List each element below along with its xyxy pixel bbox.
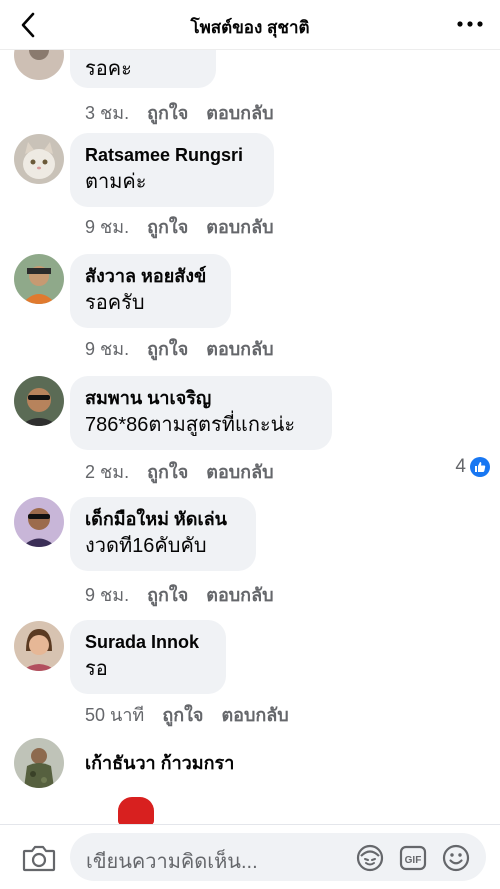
- comment-text: งวดที16คับคับ: [85, 535, 207, 557]
- comment-author[interactable]: สังวาล หอยสังข์: [85, 264, 215, 288]
- comment-text: ตามค่ะ: [85, 171, 147, 193]
- comment-list[interactable]: รอคะ 3 ชม. ถูกใจ ตอบกลับ Ratsamee Rungsri …: [0, 50, 500, 824]
- page-title: โพสต์ของ สุชาติ: [190, 18, 310, 37]
- svg-text:GIF: GIF: [405, 855, 422, 866]
- comment-meta: 9 ชม. ถูกใจ ตอบกลับ: [85, 580, 292, 609]
- comment-time: 9 ชม.: [85, 339, 130, 359]
- comment-input[interactable]: เขียนความคิดเห็น... GIF: [70, 833, 486, 881]
- comment-text: รอคะ: [85, 58, 132, 80]
- reply-link[interactable]: ตอบกลับ: [221, 705, 288, 725]
- like-link[interactable]: ถูกใจ: [147, 217, 188, 237]
- like-link[interactable]: ถูกใจ: [147, 103, 188, 123]
- top-bar: โพสต์ของ สุชาติ: [0, 0, 500, 50]
- reaction-number: 4: [455, 456, 466, 477]
- like-link[interactable]: ถูกใจ: [147, 339, 188, 359]
- comment-text: รอครับ: [85, 292, 145, 314]
- like-link[interactable]: ถูกใจ: [147, 462, 188, 482]
- avatar[interactable]: [14, 254, 64, 304]
- more-dots-icon[interactable]: [456, 12, 484, 36]
- avatar[interactable]: [14, 134, 64, 184]
- like-link[interactable]: ถูกใจ: [147, 585, 188, 605]
- comment-meta: 50 นาที ถูกใจ ตอบกลับ: [85, 700, 307, 729]
- comment-author[interactable]: Ratsamee Rungsri: [85, 143, 258, 167]
- comment-meta: 9 ชม. ถูกใจ ตอบกลับ: [85, 212, 292, 241]
- reply-link[interactable]: ตอบกลับ: [206, 462, 273, 482]
- comment-author[interactable]: สมพาน นาเจริญ: [85, 386, 316, 410]
- avatar[interactable]: [14, 497, 64, 547]
- comment-time: 3 ชม.: [85, 103, 130, 123]
- comment-meta: 3 ชม. ถูกใจ ตอบกลับ: [85, 98, 292, 127]
- reply-link[interactable]: ตอบกลับ: [206, 585, 273, 605]
- camera-icon[interactable]: [22, 843, 56, 873]
- reply-link[interactable]: ตอบกลับ: [206, 339, 273, 359]
- comment-bubble[interactable]: เด็กมือใหม่ หัดเล่น งวดที16คับคับ: [70, 497, 256, 571]
- comment-bubble[interactable]: สังวาล หอยสังข์ รอครับ: [70, 254, 231, 328]
- comment-bubble[interactable]: Surada Innok รอ: [70, 620, 226, 694]
- comment-author[interactable]: เก้าธันวา ก้าวมกรา: [85, 751, 234, 775]
- avatar[interactable]: [14, 738, 64, 788]
- comment-meta: 9 ชม. ถูกใจ ตอบกลับ: [85, 334, 292, 363]
- comment-text: 786*86ตามสูตรที่แกะน่ะ: [85, 414, 296, 436]
- comment-meta: 2 ชม. ถูกใจ ตอบกลับ: [85, 457, 292, 486]
- avatar[interactable]: [14, 376, 64, 426]
- comment-bubble[interactable]: รอคะ: [70, 50, 216, 88]
- comment-bubble[interactable]: สมพาน นาเจริญ 786*86ตามสูตรที่แกะน่ะ: [70, 376, 332, 450]
- comment-text: รอ: [85, 658, 108, 680]
- reply-link[interactable]: ตอบกลับ: [206, 217, 273, 237]
- comment-bubble[interactable]: Ratsamee Rungsri ตามค่ะ: [70, 133, 274, 207]
- comment-time: 9 ชม.: [85, 217, 130, 237]
- reply-link[interactable]: ตอบกลับ: [206, 103, 273, 123]
- comment-author[interactable]: เด็กมือใหม่ หัดเล่น: [85, 507, 240, 531]
- comment-input-placeholder: เขียนความคิดเห็น...: [86, 851, 258, 873]
- like-link[interactable]: ถูกใจ: [162, 705, 203, 725]
- emoji-icon[interactable]: [441, 843, 471, 873]
- like-thumb-icon: [470, 457, 490, 477]
- avatar[interactable]: [14, 621, 64, 671]
- comment-time: 9 ชม.: [85, 585, 130, 605]
- reaction-count[interactable]: 4: [455, 456, 490, 478]
- comment-composer: เขียนความคิดเห็น... GIF: [0, 824, 500, 889]
- sticker-image: [118, 797, 154, 824]
- gif-icon[interactable]: GIF: [398, 843, 428, 873]
- avatar-sticker-icon[interactable]: [355, 843, 385, 873]
- comment-author[interactable]: Surada Innok: [85, 630, 210, 654]
- avatar[interactable]: [14, 50, 64, 80]
- comment-time: 2 ชม.: [85, 462, 130, 482]
- comment-time: 50 นาที: [85, 705, 145, 725]
